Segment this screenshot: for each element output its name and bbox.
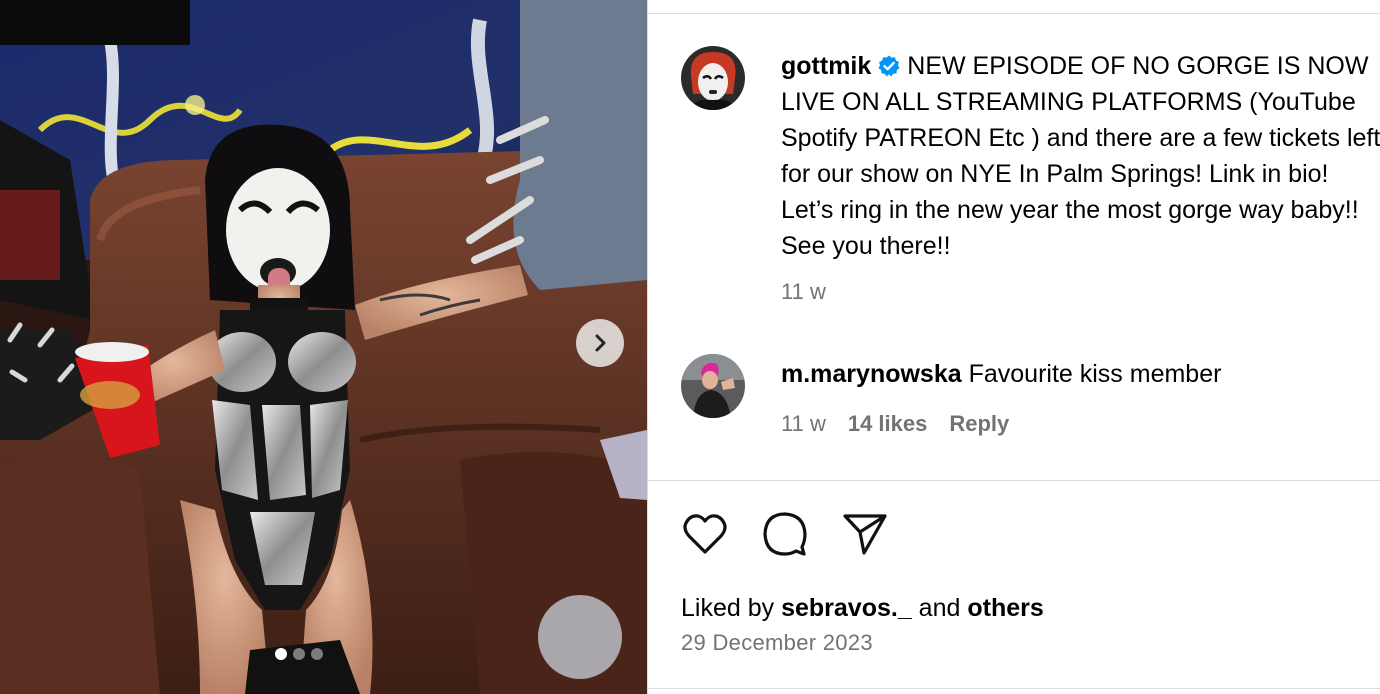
post-details-pane: gottmik NEW EPISODE OF NO GORGE IS NOW L… — [647, 0, 1380, 694]
actions-divider — [648, 480, 1380, 481]
top-divider — [648, 13, 1380, 14]
paper-plane-icon — [843, 514, 887, 555]
author-avatar[interactable] — [681, 46, 745, 110]
carousel-indicator — [275, 648, 323, 660]
post-media[interactable] — [0, 0, 647, 694]
liked-by-others[interactable]: others — [967, 594, 1043, 622]
comment-likes-count[interactable]: 14 likes — [848, 411, 928, 436]
comment-username[interactable]: m.marynowska — [781, 360, 962, 388]
author-username[interactable]: gottmik — [781, 52, 871, 80]
caption-text: NEW EPISODE OF NO GORGE IS NOW LIVE ON A… — [781, 52, 1380, 260]
heart-icon — [683, 514, 727, 554]
verified-badge-icon — [878, 55, 900, 77]
carousel-next-button[interactable] — [576, 319, 624, 367]
chevron-right-icon — [595, 334, 606, 352]
comment-bubble-icon — [763, 512, 807, 556]
post-caption: gottmik NEW EPISODE OF NO GORGE IS NOW L… — [781, 48, 1380, 264]
share-button[interactable] — [841, 510, 889, 558]
post-meta: 11 w — [781, 279, 826, 305]
liked-by: Liked by sebravos._ and others — [681, 590, 1044, 626]
liked-by-user[interactable]: sebravos._ — [781, 594, 912, 622]
carousel-dot — [293, 648, 305, 660]
commenter-avatar-image — [681, 354, 745, 418]
author-avatar-image — [681, 46, 745, 110]
liked-by-joiner: and — [918, 594, 961, 622]
comment-age[interactable]: 11 w — [781, 411, 826, 436]
post-photo — [0, 0, 647, 694]
comment-button[interactable] — [761, 510, 809, 558]
like-button[interactable] — [681, 510, 729, 558]
post-age[interactable]: 11 w — [781, 279, 826, 304]
bottom-divider — [648, 688, 1380, 689]
carousel-dot-active — [275, 648, 287, 660]
liked-by-prefix: Liked by — [681, 594, 775, 622]
comment-reply-button[interactable]: Reply — [949, 411, 1009, 436]
instagram-post: gottmik NEW EPISODE OF NO GORGE IS NOW L… — [0, 0, 1380, 694]
post-date[interactable]: 29 December 2023 — [681, 630, 873, 656]
comment-meta: 11 w 14 likes Reply — [781, 411, 1009, 437]
comment-text: Favourite kiss member — [968, 360, 1222, 388]
action-bar — [681, 510, 889, 558]
carousel-dot — [311, 648, 323, 660]
comment-item: m.marynowska Favourite kiss member — [781, 356, 1221, 392]
commenter-avatar[interactable] — [681, 354, 745, 418]
